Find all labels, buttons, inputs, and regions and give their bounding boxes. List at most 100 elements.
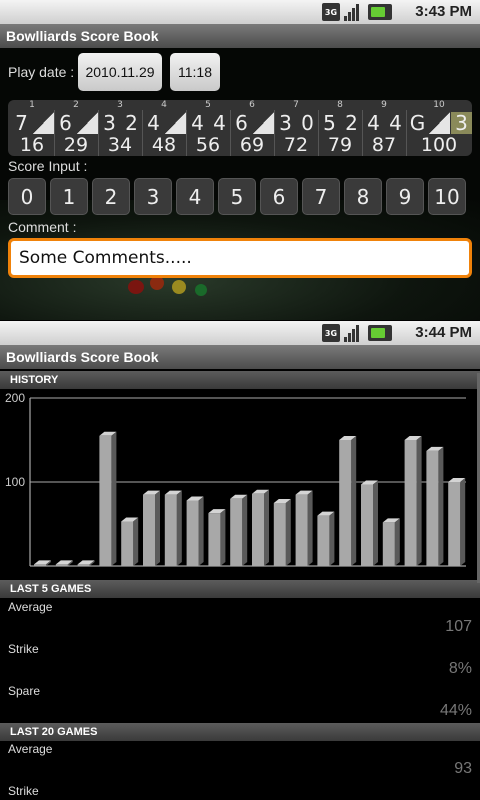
bar <box>361 484 373 566</box>
bar-side <box>264 489 269 566</box>
frame-5[interactable]: 5 4 4 56 <box>186 100 230 156</box>
frame-10[interactable]: 10 G 3 100 <box>406 100 472 156</box>
score-key-9[interactable]: 9 <box>386 178 424 215</box>
time-button[interactable]: 11:18 <box>170 53 220 91</box>
score-key-0[interactable]: 0 <box>8 178 46 215</box>
roll-value: 3 <box>455 111 468 135</box>
bar-side <box>198 496 204 566</box>
frame-number: 1 <box>29 100 35 110</box>
roll-value: 3 <box>279 111 292 135</box>
last5-strike-label: Strike <box>8 642 39 656</box>
roll-value: 4 <box>367 111 380 135</box>
frame-8[interactable]: 8 5 2 79 <box>318 100 362 156</box>
clock: 3:43 PM <box>415 3 472 20</box>
bar <box>404 440 417 566</box>
bar <box>230 498 243 566</box>
play-date-label: Play date : <box>8 64 75 80</box>
last5-spare-label: Spare <box>8 684 41 698</box>
roll-value: 6 <box>235 111 248 135</box>
last20-strike-label: Strike <box>8 784 39 798</box>
bar <box>448 482 461 566</box>
score-key-1[interactable]: 1 <box>50 178 88 215</box>
last5-strike-value: 8% <box>448 660 472 677</box>
status-bar: 3G 3:44 PM <box>0 321 480 345</box>
frame-score: 69 <box>239 134 265 156</box>
y-tick-label: 200 <box>5 391 25 405</box>
clock: 3:44 PM <box>415 324 472 341</box>
history-chart: 200 100 <box>5 391 466 567</box>
roll-value: 3 <box>103 111 116 135</box>
score-key-10[interactable]: 10 <box>428 178 466 215</box>
bar-side <box>460 478 466 566</box>
frame-divider <box>230 110 231 156</box>
bar-side <box>438 446 444 566</box>
frame-6[interactable]: 6 6 69 <box>230 100 274 156</box>
score-key-5[interactable]: 5 <box>218 178 256 215</box>
bar <box>55 564 68 566</box>
bar <box>164 494 177 566</box>
bar-side <box>133 517 139 566</box>
score-key-6[interactable]: 6 <box>260 178 298 215</box>
bar <box>186 500 199 566</box>
bar <box>121 521 134 566</box>
bar-side <box>285 499 291 566</box>
frame-9[interactable]: 9 4 4 87 <box>362 100 406 156</box>
bar <box>317 515 330 566</box>
score-input-label: Score Input : <box>8 158 88 174</box>
roll-value: 2 <box>345 111 358 135</box>
bar-side <box>394 518 400 566</box>
frame-number: 9 <box>381 100 387 110</box>
frame-score: 56 <box>195 134 221 156</box>
bar-side <box>176 490 182 566</box>
frame-7[interactable]: 7 3 0 72 <box>274 100 318 156</box>
bar <box>77 564 90 566</box>
ball-image <box>150 276 164 290</box>
bar <box>252 493 264 566</box>
bar-side <box>416 436 422 566</box>
frame-divider <box>142 110 143 156</box>
roll-value: 0 <box>301 111 314 135</box>
ball-image <box>172 280 186 294</box>
frame-1[interactable]: 1 7 16 <box>10 100 54 156</box>
frame-score: 16 <box>19 134 45 156</box>
app-title: Bowlliards Score Book <box>0 345 480 369</box>
score-key-3[interactable]: 3 <box>134 178 172 215</box>
comment-label: Comment : <box>8 219 77 235</box>
frame-score: 87 <box>371 134 397 156</box>
bar-side <box>111 431 117 566</box>
roll-value: 4 <box>213 111 226 135</box>
frame-2[interactable]: 2 6 29 <box>54 100 98 156</box>
bar-side <box>155 490 160 566</box>
score-key-7[interactable]: 7 <box>302 178 340 215</box>
frame-number: 4 <box>161 100 167 110</box>
last20-average-label: Average <box>8 742 53 756</box>
last5-average-value: 107 <box>445 618 472 635</box>
roll-value: 4 <box>191 111 204 135</box>
score-key-2[interactable]: 2 <box>92 178 130 215</box>
score-key-4[interactable]: 4 <box>176 178 214 215</box>
score-key-8[interactable]: 8 <box>344 178 382 215</box>
bar-side <box>329 511 335 566</box>
bar <box>208 513 221 566</box>
frame-number: 8 <box>337 100 343 110</box>
date-button[interactable]: 2010.11.29 <box>78 53 162 91</box>
last5-average-label: Average <box>8 600 53 614</box>
frame-4[interactable]: 4 4 48 <box>142 100 186 156</box>
frame-number: 3 <box>117 100 123 110</box>
score-keypad: 0 1 2 3 4 5 6 7 8 9 10 <box>8 178 472 215</box>
roll-value: 2 <box>125 111 138 135</box>
frame-3[interactable]: 3 3 2 34 <box>98 100 142 156</box>
frame-divider <box>98 110 99 156</box>
roll-value: 6 <box>59 111 72 135</box>
last20-header: LAST 20 GAMES <box>0 723 480 741</box>
last5-spare-value: 44% <box>439 702 472 719</box>
history-header: HISTORY <box>0 371 480 389</box>
comment-input[interactable]: Some Comments..... <box>8 238 472 278</box>
bar <box>99 435 112 566</box>
bar <box>426 450 439 566</box>
bar-side <box>351 436 357 566</box>
ball-image <box>128 280 144 294</box>
network-3g-icon: 3G <box>322 3 340 21</box>
roll-value: G <box>409 111 426 135</box>
battery-icon <box>368 325 392 341</box>
